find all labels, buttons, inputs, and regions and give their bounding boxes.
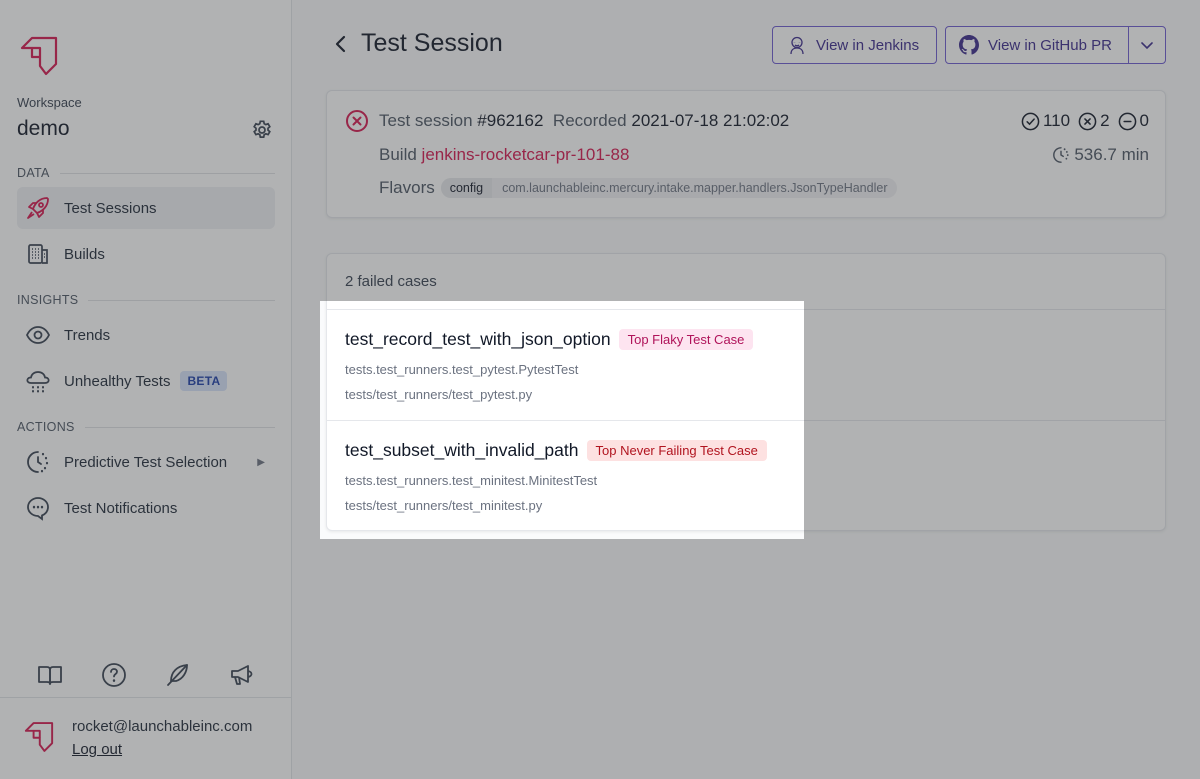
recorded-label: Recorded bbox=[552, 111, 627, 130]
session-build: Build jenkins-rocketcar-pr-101-88 bbox=[379, 145, 629, 165]
sidebar-item-label: Test Sessions bbox=[64, 199, 157, 217]
workspace-name: demo bbox=[17, 117, 70, 140]
passed-value: 110 bbox=[1042, 111, 1071, 130]
flavor-key: config bbox=[440, 178, 493, 198]
rocket-icon bbox=[25, 195, 51, 221]
chevron-down-icon bbox=[1141, 42, 1153, 50]
sidebar-item-test-notifications[interactable]: Test Notifications bbox=[17, 487, 275, 529]
duration-value: 536.7 min bbox=[1074, 145, 1149, 164]
case-file: tests/test_runners/test_minitest.py bbox=[345, 498, 543, 513]
case-name: test_subset_with_invalid_path Top Never … bbox=[345, 440, 767, 461]
failed-value: 2 bbox=[1100, 111, 1110, 130]
caret-right-icon[interactable]: ▶ bbox=[257, 457, 265, 468]
case-class: tests.test_runners.test_minitest.Minites… bbox=[345, 473, 598, 488]
help-icon[interactable] bbox=[99, 660, 129, 690]
divider bbox=[0, 697, 292, 698]
github-dropdown-toggle[interactable] bbox=[1129, 27, 1165, 63]
sidebar-item-predictive-test-selection[interactable]: Predictive Test Selection ▶ bbox=[17, 441, 275, 483]
failed-case-row[interactable]: test_record_test_with_json_option Top Fl… bbox=[327, 310, 1165, 421]
clock-dashed-icon bbox=[25, 449, 51, 475]
case-name: test_record_test_with_json_option Top Fl… bbox=[345, 329, 754, 350]
top-flaky-badge: Top Flaky Test Case bbox=[618, 329, 754, 350]
github-icon bbox=[959, 35, 979, 55]
section-insights: INSIGHTS bbox=[17, 293, 275, 307]
sidebar-item-label: Trends bbox=[64, 326, 111, 344]
session-summary-card: Test session #962162 Recorded 2021-07-18… bbox=[326, 90, 1166, 218]
footer-icons bbox=[0, 660, 292, 696]
sidebar-item-label: Unhealthy Tests bbox=[64, 372, 171, 390]
session-id: #962162 bbox=[477, 111, 544, 130]
view-in-github-pr-button-group: View in GitHub PR bbox=[945, 26, 1166, 64]
section-data-label: DATA bbox=[17, 166, 50, 180]
failed-cases-card: 2 failed cases test_record_test_with_jso… bbox=[326, 253, 1166, 531]
user-avatar-logo-icon bbox=[24, 722, 54, 752]
book-icon[interactable] bbox=[35, 660, 65, 690]
flavors-label: Flavors bbox=[379, 178, 435, 197]
sidebar-item-label: Predictive Test Selection bbox=[64, 453, 228, 471]
skipped-value: 0 bbox=[1139, 111, 1149, 130]
sidebar-item-unhealthy-tests[interactable]: Unhealthy Tests BETA bbox=[17, 360, 275, 402]
feather-icon[interactable] bbox=[163, 660, 193, 690]
failed-status-icon bbox=[346, 110, 368, 132]
failed-cases-header: 2 failed cases bbox=[327, 254, 1165, 310]
sidebar-item-label: Test Notifications bbox=[64, 499, 178, 517]
case-name-text: test_record_test_with_json_option bbox=[345, 329, 611, 349]
logout-link[interactable]: Log out bbox=[72, 741, 122, 758]
megaphone-icon[interactable] bbox=[227, 660, 257, 690]
sidebar-item-label: Builds bbox=[64, 245, 105, 263]
minus-circle-icon bbox=[1118, 112, 1136, 130]
chat-bubble-icon bbox=[25, 495, 51, 521]
cloud-rain-icon bbox=[25, 368, 51, 394]
view-in-jenkins-label: View in Jenkins bbox=[816, 36, 920, 54]
view-in-github-pr-label: View in GitHub PR bbox=[988, 36, 1112, 54]
check-circle-icon bbox=[1021, 112, 1040, 130]
top-never-failing-badge: Top Never Failing Test Case bbox=[586, 440, 767, 461]
divider bbox=[84, 426, 275, 428]
section-data: DATA bbox=[17, 166, 275, 180]
workspace-label: Workspace bbox=[17, 95, 82, 110]
gear-icon[interactable] bbox=[250, 118, 274, 142]
sidebar: Workspace demo DATA Test Sessions Builds bbox=[0, 0, 292, 779]
session-label: Test session bbox=[379, 111, 473, 130]
session-title: Test session #962162 Recorded 2021-07-18… bbox=[379, 111, 789, 131]
page-title: Test Session bbox=[361, 29, 503, 57]
recorded-timestamp: 2021-07-18 21:02:02 bbox=[631, 111, 790, 130]
case-class: tests.test_runners.test_pytest.PytestTes… bbox=[345, 362, 579, 377]
view-in-jenkins-button[interactable]: View in Jenkins bbox=[772, 26, 937, 64]
divider bbox=[88, 299, 275, 301]
eye-icon bbox=[25, 322, 51, 348]
sidebar-item-trends[interactable]: Trends bbox=[17, 314, 275, 356]
beta-badge: BETA bbox=[180, 371, 228, 391]
failed-case-row[interactable]: test_subset_with_invalid_path Top Never … bbox=[327, 421, 1165, 530]
passed-count: 110 bbox=[1021, 111, 1070, 131]
sidebar-item-builds[interactable]: Builds bbox=[17, 233, 275, 275]
case-name-text: test_subset_with_invalid_path bbox=[345, 440, 579, 460]
session-stats: 110 2 0 bbox=[1021, 111, 1149, 131]
x-circle-icon bbox=[1078, 112, 1097, 130]
view-in-github-pr-button[interactable]: View in GitHub PR bbox=[946, 27, 1129, 63]
divider bbox=[59, 172, 275, 174]
build-label: Build bbox=[379, 145, 417, 164]
flavor-chip: config com.launchableinc.mercury.intake.… bbox=[440, 178, 898, 198]
session-duration: 536.7 min bbox=[1052, 145, 1149, 165]
flavor-value: com.launchableinc.mercury.intake.mapper.… bbox=[502, 181, 888, 195]
sidebar-item-test-sessions[interactable]: Test Sessions bbox=[17, 187, 275, 229]
section-actions-label: ACTIONS bbox=[17, 420, 75, 434]
clock-dashed-icon bbox=[1053, 147, 1069, 163]
build-link[interactable]: jenkins-rocketcar-pr-101-88 bbox=[422, 145, 630, 164]
back-chevron-icon[interactable] bbox=[331, 32, 349, 56]
failed-count: 2 bbox=[1078, 111, 1110, 131]
skipped-count: 0 bbox=[1118, 111, 1149, 131]
case-file: tests/test_runners/test_pytest.py bbox=[345, 387, 533, 402]
user-email: rocket@launchableinc.com bbox=[72, 718, 253, 735]
section-insights-label: INSIGHTS bbox=[17, 293, 79, 307]
session-flavors: Flavors config com.launchableinc.mercury… bbox=[379, 178, 898, 198]
section-actions: ACTIONS bbox=[17, 420, 275, 434]
jenkins-icon bbox=[787, 35, 807, 55]
launchable-logo-icon[interactable] bbox=[17, 34, 61, 78]
building-icon bbox=[25, 241, 51, 267]
